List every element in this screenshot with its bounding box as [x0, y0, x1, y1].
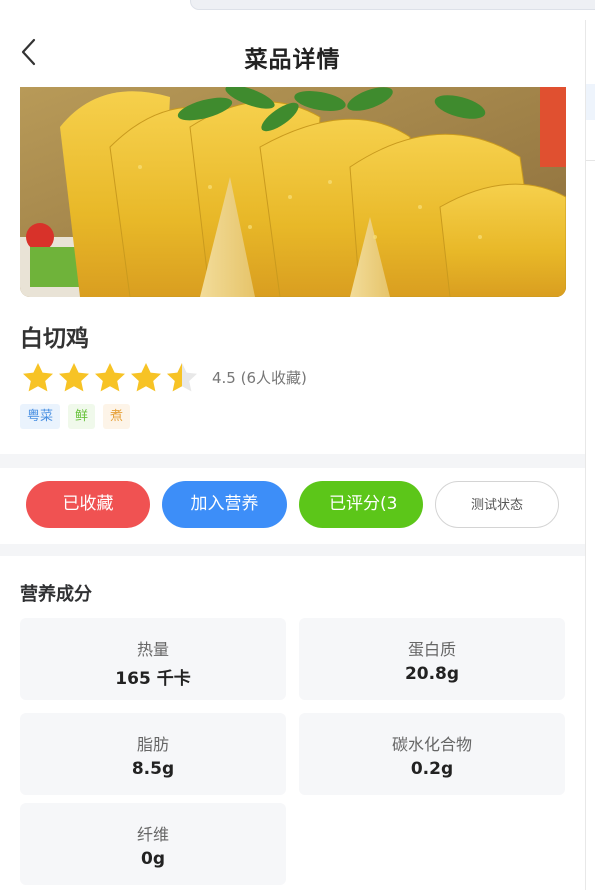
nutrition-card-carbs: 碳水化合物 0.2g	[299, 713, 565, 795]
nutrition-label: 纤维	[136, 825, 169, 844]
nav-header: 菜品详情	[0, 20, 585, 86]
section-divider	[0, 454, 585, 468]
tag-method: 煮	[103, 404, 131, 429]
side-panel-divider	[586, 160, 595, 161]
nutrition-title: 营养成分	[20, 584, 92, 605]
add-nutrition-button[interactable]: 加入营养	[162, 481, 287, 528]
browser-address-bar[interactable]	[190, 0, 595, 10]
nutrition-value: 0g	[141, 849, 165, 869]
rating-stars: 4.5 (6人收藏)	[20, 361, 307, 393]
favorite-button[interactable]: 已收藏	[26, 481, 150, 528]
rated-button[interactable]: 已评分(3	[299, 481, 423, 528]
nutrition-label: 脂肪	[136, 735, 169, 754]
star-icon	[95, 363, 125, 392]
side-panel-highlight	[586, 84, 595, 120]
nutrition-card-fiber: 纤维 0g	[20, 803, 286, 885]
half-star-icon	[167, 363, 197, 392]
nutrition-card-calories: 热量 165 千卡	[20, 618, 286, 700]
nutrition-card-protein: 蛋白质 20.8g	[299, 618, 565, 700]
browser-top-strip	[0, 0, 595, 21]
nutrition-card-fat: 脂肪 8.5g	[20, 713, 286, 795]
star-icon	[23, 363, 53, 392]
side-panel-edge	[585, 20, 595, 890]
dish-name: 白切鸡	[20, 326, 89, 352]
nutrition-value: 0.2g	[410, 759, 454, 779]
tag-cuisine: 粤菜	[20, 404, 61, 429]
nutrition-label: 蛋白质	[407, 640, 456, 659]
star-icon	[59, 363, 89, 392]
star-icon	[131, 363, 161, 392]
rating-text: 4.5 (6人收藏)	[212, 368, 307, 387]
test-status-button[interactable]: 测试状态	[435, 481, 559, 528]
nutrition-value: 8.5g	[131, 759, 175, 779]
nutrition-value: 165 千卡	[115, 669, 191, 689]
action-buttons: 已收藏 加入营养 已评分(3 测试状态	[0, 468, 585, 544]
nutrition-label: 碳水化合物	[391, 735, 472, 754]
nutrition-value: 20.8g	[404, 664, 460, 684]
dish-photo	[20, 87, 566, 297]
section-divider	[0, 544, 585, 556]
page-title: 菜品详情	[244, 47, 341, 73]
tag-flavor: 鲜	[68, 404, 96, 429]
dish-tags: 粤菜 鲜 煮	[20, 404, 131, 429]
nutrition-label: 热量	[136, 640, 169, 659]
